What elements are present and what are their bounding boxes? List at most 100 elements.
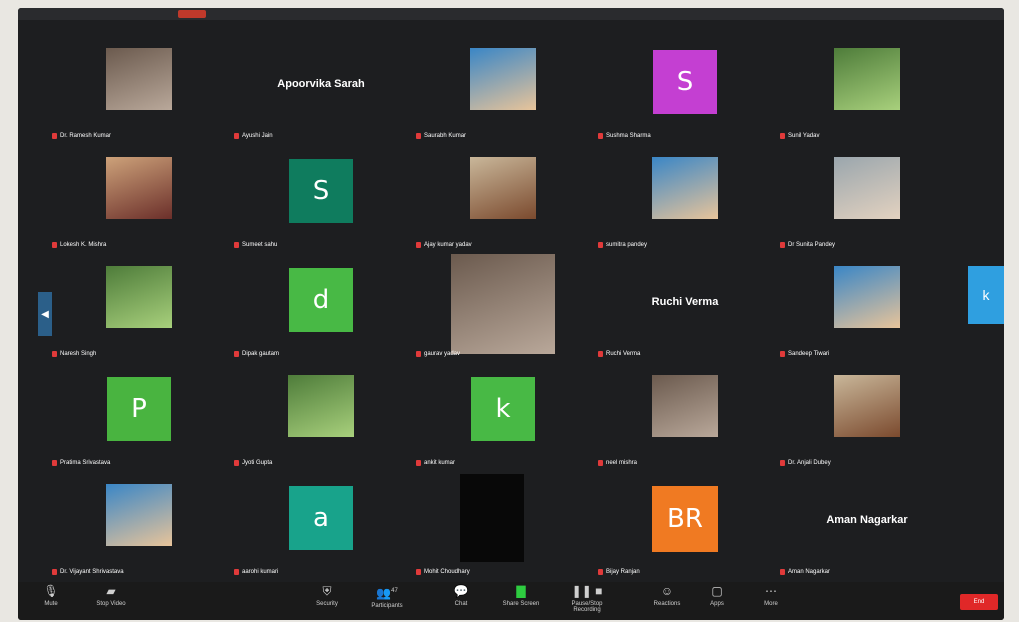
- muted-mic-icon: [52, 460, 57, 466]
- meeting-toolbar: 🎙 Mute ▰ Stop Video ⛨ Security 👥47 Parti…: [18, 582, 1004, 620]
- participant-initial-avatar: BR: [652, 486, 718, 552]
- participant-name: sumitra pandey: [606, 242, 648, 248]
- muted-mic-icon: [234, 351, 239, 357]
- participant-tile[interactable]: Dr. Anjali Dubey: [776, 361, 958, 470]
- participant-tile[interactable]: Mohit Choudhary: [412, 470, 594, 579]
- participant-tile[interactable]: neel mishra: [594, 361, 776, 470]
- participant-tile[interactable]: k ankit kumar: [412, 361, 594, 470]
- participant-tile[interactable]: a aarohi kumari: [230, 470, 412, 579]
- participant-name: Dr. Vijayant Shrivastava: [60, 569, 124, 575]
- participant-tile[interactable]: Dr Sunita Pandey: [776, 143, 958, 252]
- muted-mic-icon: [234, 133, 239, 139]
- participant-name: Dipak gautam: [242, 351, 280, 357]
- participant-tile[interactable]: d Dipak gautam: [230, 252, 412, 361]
- stop-video-button[interactable]: ▰ Stop Video: [82, 584, 140, 618]
- participant-tile[interactable]: S Sushma Sharma: [594, 34, 776, 143]
- participant-name: Lokesh K. Mishra: [60, 242, 107, 248]
- share-screen-icon: ▇: [516, 584, 526, 598]
- participant-tile[interactable]: Aman Nagarkar Aman Nagarkar: [776, 470, 958, 579]
- participant-name: aarohi kumari: [242, 569, 279, 575]
- participant-tile[interactable]: sumitra pandey: [594, 143, 776, 252]
- participant-photo: [652, 375, 718, 437]
- muted-mic-icon: [780, 133, 785, 139]
- participant-photo: [451, 254, 555, 354]
- muted-mic-icon: [416, 460, 421, 466]
- muted-mic-icon: [598, 133, 603, 139]
- participant-initial-avatar: d: [289, 268, 353, 332]
- participant-photo: [652, 157, 718, 219]
- end-meeting-button[interactable]: End: [960, 594, 998, 610]
- mute-button[interactable]: 🎙 Mute: [22, 584, 80, 618]
- participant-initial-avatar: P: [107, 377, 171, 441]
- participant-name: Ruchi Verma: [606, 351, 641, 357]
- muted-mic-icon: [234, 569, 239, 575]
- participant-initial-avatar: S: [289, 159, 353, 223]
- participant-name-label: gaurav yadav: [416, 351, 460, 357]
- participant-photo: [288, 375, 354, 437]
- participant-name-label: neel mishra: [598, 460, 637, 466]
- participant-name-label: Ruchi Verma: [598, 351, 640, 357]
- participant-tile[interactable]: Saurabh Kumar: [412, 34, 594, 143]
- participant-photo: [106, 484, 172, 546]
- participant-tile[interactable]: Lokesh K. Mishra: [48, 143, 230, 252]
- participant-name-label: Ayushi Jain: [234, 133, 273, 139]
- more-icon: ⋯: [765, 584, 777, 598]
- share-screen-button[interactable]: ▇ Share Screen: [492, 584, 550, 618]
- recording-indicator: [178, 10, 206, 18]
- participant-name-label: Sunil Yadav: [780, 133, 819, 139]
- muted-mic-icon: [780, 351, 785, 357]
- participant-name-label: Bijay Ranjan: [598, 569, 640, 575]
- muted-mic-icon: [52, 569, 57, 575]
- participant-tile[interactable]: Dr. Vijayant Shrivastava: [48, 470, 230, 579]
- participant-name-label: Dipak gautam: [234, 351, 279, 357]
- shield-icon: ⛨: [322, 584, 332, 598]
- muted-mic-icon: [234, 460, 239, 466]
- muted-mic-icon: [598, 242, 603, 248]
- participants-button[interactable]: 👥47 Participants: [358, 584, 416, 618]
- apps-button[interactable]: ▢ Apps: [688, 584, 746, 618]
- participant-photo: [106, 157, 172, 219]
- participant-tile[interactable]: Ruchi Verma Ruchi Verma: [594, 252, 776, 361]
- security-button[interactable]: ⛨ Security: [298, 584, 356, 618]
- participant-tile[interactable]: Apoorvika Sarah Ayushi Jain: [230, 34, 412, 143]
- participant-name-label: Dr. Vijayant Shrivastava: [52, 569, 124, 575]
- participants-icon: 👥47: [376, 586, 398, 600]
- participant-name: Ajay kumar yadav: [424, 242, 472, 248]
- chat-bubble-icon: 💬: [453, 584, 469, 598]
- participant-name: Pratima Srivastava: [60, 460, 111, 466]
- participant-name: Aman Nagarkar: [788, 569, 831, 575]
- participant-name: Dr. Anjali Dubey: [788, 460, 831, 466]
- participant-tile[interactable]: Dr. Ramesh Kumar: [48, 34, 230, 143]
- chat-button[interactable]: 💬 Chat: [432, 584, 490, 618]
- participant-name: gaurav yadav: [424, 351, 461, 357]
- side-tile-avatar[interactable]: k: [968, 266, 1004, 324]
- participant-tile[interactable]: Naresh Singh: [48, 252, 230, 361]
- participant-tile[interactable]: Sandeep Tiwari: [776, 252, 958, 361]
- participant-name-label: Sandeep Tiwari: [780, 351, 829, 357]
- muted-mic-icon: [780, 460, 785, 466]
- more-button[interactable]: ⋯ More: [742, 584, 800, 618]
- participant-tile[interactable]: Jyoti Gupta: [230, 361, 412, 470]
- participant-tile[interactable]: gaurav yadav: [412, 252, 594, 361]
- participant-tile[interactable]: P Pratima Srivastava: [48, 361, 230, 470]
- participant-name-label: Dr Sunita Pandey: [780, 242, 835, 248]
- muted-mic-icon: [780, 242, 785, 248]
- participant-tile[interactable]: BR Bijay Ranjan: [594, 470, 776, 579]
- participant-name-label: Dr. Anjali Dubey: [780, 460, 831, 466]
- muted-mic-icon: [598, 351, 603, 357]
- muted-mic-icon: [52, 133, 57, 139]
- participant-name-label: Sushma Sharma: [598, 133, 651, 139]
- muted-mic-icon: [416, 569, 421, 575]
- muted-mic-icon: [416, 133, 421, 139]
- meeting-window: ◀ Dr. Ramesh Kumar Apoorvika Sarah Ayushi …: [18, 8, 1004, 620]
- participant-name-label: Jyoti Gupta: [234, 460, 272, 466]
- participant-tile[interactable]: Sunil Yadav: [776, 34, 958, 143]
- participant-tile[interactable]: S Sumeet sahu: [230, 143, 412, 252]
- pause-stop-icon: ❚❚ ■: [571, 584, 603, 598]
- recording-button[interactable]: ❚❚ ■ Pause/Stop Recording: [558, 584, 616, 618]
- microphone-icon: 🎙: [43, 584, 59, 598]
- participant-tile[interactable]: Ajay kumar yadav: [412, 143, 594, 252]
- participant-photo: [106, 266, 172, 328]
- muted-mic-icon: [416, 242, 421, 248]
- participant-center-name: Aman Nagarkar: [826, 514, 908, 526]
